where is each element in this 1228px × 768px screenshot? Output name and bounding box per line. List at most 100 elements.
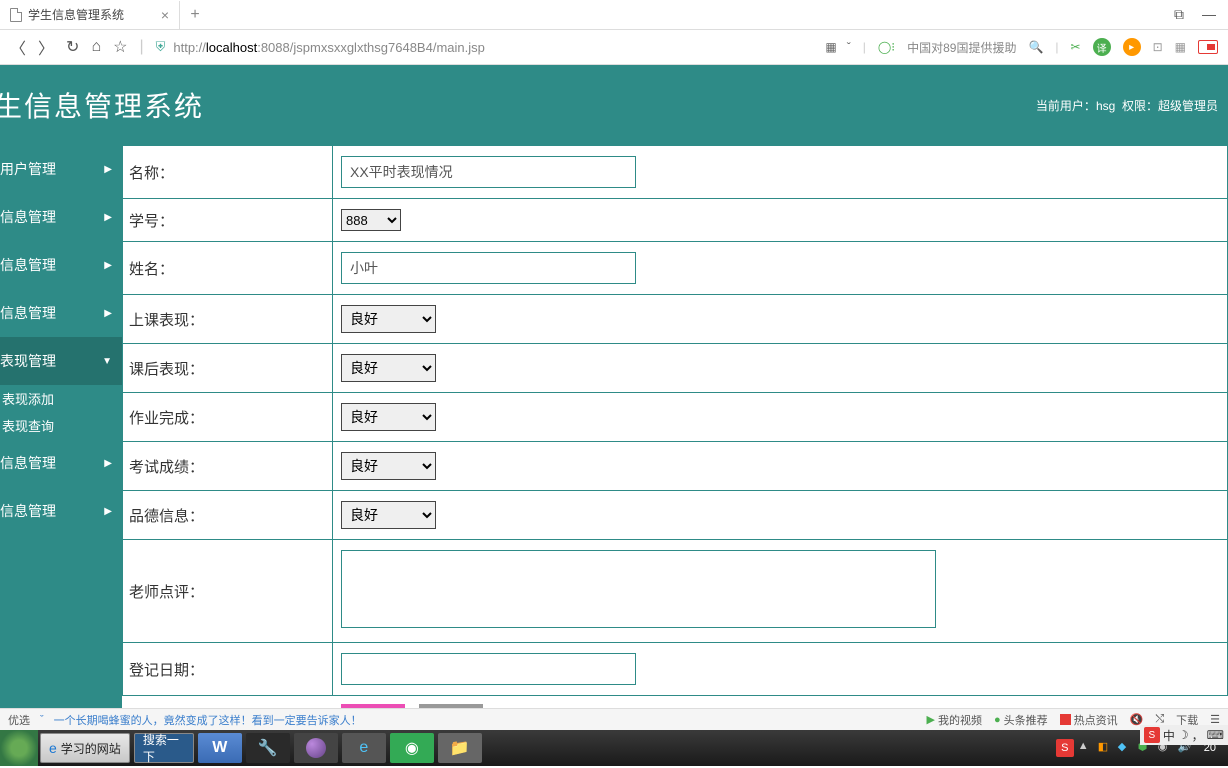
textarea-comment[interactable] <box>341 550 936 628</box>
tray-icon-1[interactable]: ▲ <box>1078 740 1094 756</box>
translate-icon[interactable]: 译 <box>1093 38 1111 56</box>
label-sid: 学号： <box>123 199 333 242</box>
sidebar-item-info-4[interactable]: 信息管理▶ <box>0 439 122 487</box>
label-exam: 考试成绩： <box>123 442 333 491</box>
label-inclass: 上课表现： <box>123 295 333 344</box>
taskbar-word[interactable]: W <box>198 733 242 763</box>
select-sid[interactable]: 888 <box>341 209 401 231</box>
url-text: http://localhost:8088/jspmxsxxglxthsg764… <box>173 40 484 55</box>
taskbar-explorer[interactable]: 📁 <box>438 733 482 763</box>
reload-button[interactable]: ↻ <box>66 37 79 57</box>
expand-icon[interactable]: ˇ <box>40 714 44 726</box>
dropdown-icon[interactable]: ˇ <box>847 40 851 54</box>
window-restore-icon[interactable]: ⧉ <box>1174 6 1184 23</box>
ime-comma-icon[interactable]: ， <box>1192 727 1204 744</box>
apps-icon[interactable]: ▦ <box>1175 40 1186 54</box>
ime-moon-icon[interactable]: ☽ <box>1178 728 1189 742</box>
forward-button[interactable]: 〉 <box>38 35 54 59</box>
sidebar-item-info-5[interactable]: 信息管理▶ <box>0 487 122 535</box>
tray-icon-2[interactable]: ◧ <box>1098 740 1114 756</box>
form-table: 名称： 学号： 888 姓名： 上课表现： 良好 课后表现： 良好 作业完成： … <box>122 145 1228 708</box>
search-icon[interactable]: 🔍 <box>1028 40 1043 54</box>
app-header: 生信息管理系统 当前用户：hsg 权限：超级管理员 <box>0 65 1228 145</box>
tray-sogou-icon[interactable]: S <box>1056 739 1074 757</box>
ime-sogou-icon[interactable]: S <box>1144 727 1160 743</box>
input-name[interactable] <box>341 156 636 188</box>
window-controls: ⧉ — <box>1174 6 1228 23</box>
select-exam[interactable]: 良好 <box>341 452 436 480</box>
scissors-icon[interactable]: ✂ <box>1071 40 1081 54</box>
taskbar-eclipse[interactable] <box>294 733 338 763</box>
chevron-right-icon: ▶ <box>104 260 112 271</box>
tray-icon-3[interactable]: ◆ <box>1118 740 1134 756</box>
tab-close-icon[interactable]: × <box>161 7 169 23</box>
start-button[interactable] <box>0 730 38 766</box>
footer-left[interactable]: 优选 <box>8 712 30 728</box>
shield-icon: ⛨ <box>156 39 166 55</box>
select-homework[interactable]: 良好 <box>341 403 436 431</box>
taskbar-ie2[interactable]: e <box>342 733 386 763</box>
sidebar-item-users[interactable]: 用户管理▶ <box>0 145 122 193</box>
label-homework: 作业完成： <box>123 393 333 442</box>
label-sname: 姓名： <box>123 242 333 295</box>
sidebar-item-info-3[interactable]: 信息管理▶ <box>0 289 122 337</box>
taskbar-dreamweaver[interactable]: ◉ <box>390 733 434 763</box>
back-button[interactable]: 〈 <box>10 35 26 59</box>
footer-link-headlines[interactable]: ●头条推荐 <box>994 712 1048 728</box>
sidebar-sub-add[interactable]: 表现添加 <box>0 385 122 412</box>
sidebar-sub-query[interactable]: 表现查询 <box>0 412 122 439</box>
ie-icon: e <box>49 740 57 756</box>
new-tab-button[interactable]: + <box>180 6 210 24</box>
home-button[interactable]: ⌂ <box>91 38 101 56</box>
taskbar-tool[interactable]: 🔧 <box>246 733 290 763</box>
footer-link-hot[interactable]: 热点资讯 <box>1060 712 1118 728</box>
chevron-right-icon: ▶ <box>104 164 112 175</box>
page-icon <box>10 8 22 22</box>
taskbar-ie[interactable]: e学习的网站 <box>40 733 130 763</box>
ext-icon-2[interactable]: ⊡ <box>1153 40 1163 54</box>
submit-button[interactable]: 提交 <box>341 704 405 708</box>
chevron-right-icon: ▶ <box>104 458 112 469</box>
browser-toolbar: 〈 〉 ↻ ⌂ ☆ | ⛨ http://localhost:8088/jspm… <box>0 30 1228 65</box>
label-date: 登记日期： <box>123 643 333 696</box>
chevron-right-icon: ▶ <box>104 308 112 319</box>
tab-title: 学生信息管理系统 <box>28 6 124 23</box>
browser-tab[interactable]: 学生信息管理系统 × <box>0 1 180 29</box>
sidebar-item-performance[interactable]: 表现管理▼ <box>0 337 122 385</box>
chevron-right-icon: ▶ <box>104 506 112 517</box>
chevron-down-icon: ▼ <box>102 356 112 367</box>
battery-icon[interactable] <box>1198 40 1218 54</box>
search-hint[interactable]: 中国对89国提供援助 <box>907 39 1016 56</box>
app-title: 生信息管理系统 <box>0 85 204 125</box>
footer-bar: 优选 ˇ 一个长期喝蜂蜜的人，竟然变成了这样！看到一定要告诉家人！ ▶我的视频 … <box>0 708 1228 730</box>
url-bar[interactable]: ⛨ http://localhost:8088/jspmxsxxglxthsg7… <box>156 39 576 55</box>
browser-tab-bar: 学生信息管理系统 × + ⧉ — <box>0 0 1228 30</box>
select-inclass[interactable]: 良好 <box>341 305 436 333</box>
footer-link-video[interactable]: ▶我的视频 <box>926 712 981 728</box>
label-moral: 品德信息： <box>123 491 333 540</box>
user-info: 当前用户：hsg 权限：超级管理员 <box>1036 97 1218 114</box>
ime-keyboard-icon[interactable]: ⌨ <box>1207 728 1224 742</box>
input-date[interactable] <box>341 653 636 685</box>
window-minimize-icon[interactable]: — <box>1202 6 1216 23</box>
search-engine-icon[interactable]: ◯⁝ <box>878 40 895 54</box>
ime-bar[interactable]: S 中 ☽ ， ⌨ <box>1140 725 1228 745</box>
input-sname[interactable] <box>341 252 636 284</box>
sidebar-item-info-1[interactable]: 信息管理▶ <box>0 193 122 241</box>
chevron-right-icon: ▶ <box>104 212 112 223</box>
footer-news[interactable]: 一个长期喝蜂蜜的人，竟然变成了这样！看到一定要告诉家人！ <box>54 712 362 728</box>
sidebar-item-info-2[interactable]: 信息管理▶ <box>0 241 122 289</box>
label-name: 名称： <box>123 146 333 199</box>
sidebar: 用户管理▶ 信息管理▶ 信息管理▶ 信息管理▶ 表现管理▼ 表现添加 表现查询 … <box>0 145 122 708</box>
ext-icon-1[interactable]: ▸ <box>1123 38 1141 56</box>
qr-icon[interactable]: ▦ <box>825 40 834 54</box>
ime-lang[interactable]: 中 <box>1163 727 1175 744</box>
form-content: 名称： 学号： 888 姓名： 上课表现： 良好 课后表现： 良好 作业完成： … <box>122 145 1228 708</box>
label-afterclass: 课后表现： <box>123 344 333 393</box>
select-afterclass[interactable]: 良好 <box>341 354 436 382</box>
bookmark-button[interactable]: ☆ <box>113 37 127 57</box>
select-moral[interactable]: 良好 <box>341 501 436 529</box>
taskbar-search[interactable]: 搜索一下 <box>134 733 194 763</box>
reset-button[interactable]: 重置 <box>419 704 483 708</box>
taskbar: e学习的网站 搜索一下 W 🔧 e ◉ 📁 S ▲ ◧ ◆ ⬢ ◉ 🔊 20 <box>0 730 1228 766</box>
